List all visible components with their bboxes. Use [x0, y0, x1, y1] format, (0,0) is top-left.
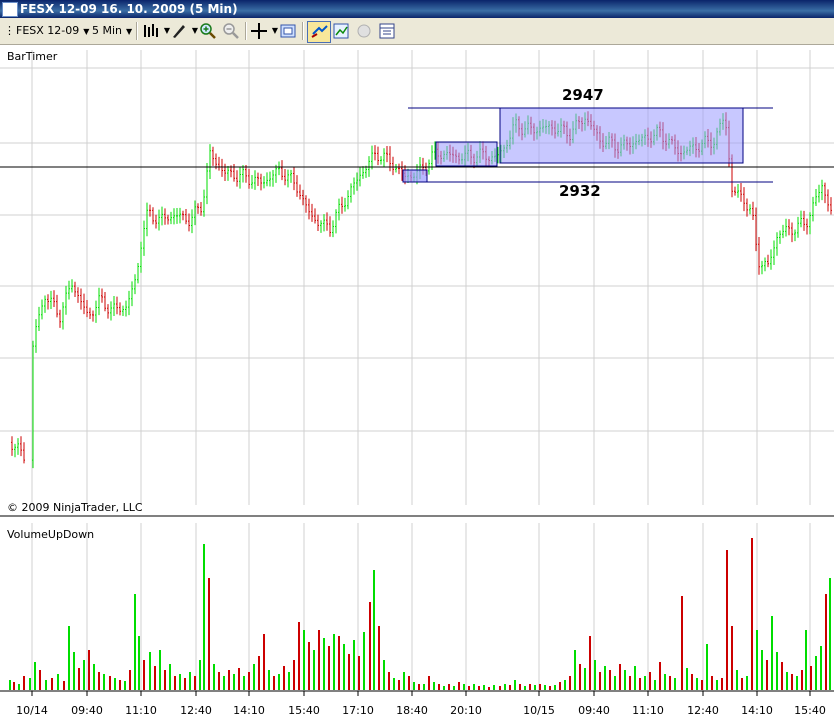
volume-indicator-label: VolumeUpDown: [7, 528, 95, 541]
zoom-out-icon[interactable]: [222, 22, 240, 40]
time-axis-label: 15:40: [794, 704, 826, 717]
properties-icon[interactable]: [279, 22, 297, 40]
zoom-in-icon[interactable]: [199, 22, 217, 40]
time-axis-label: 14:10: [233, 704, 265, 717]
toolbar-separator: [136, 22, 138, 40]
chart-area[interactable]: 10/14 09:40 11:10 12:40 14:10 15:40 17:10 18:40…: [0, 45, 834, 721]
interval-label: 5 Min: [92, 24, 123, 37]
instrument-selector[interactable]: FESX 12-09 ▼: [16, 20, 89, 42]
time-axis-label: 18:40: [396, 704, 428, 717]
price-chart-canvas[interactable]: 10/14 09:40 11:10 12:40 14:10 15:40 17:10 18:40…: [0, 45, 834, 721]
app-icon: [2, 2, 18, 17]
time-axis-label: 09:40: [578, 704, 610, 717]
range-box-small: [435, 141, 498, 167]
upper-level-label: 2947: [562, 86, 604, 104]
interval-selector[interactable]: 5 Min ▼: [92, 20, 132, 42]
range-box-large: [499, 107, 744, 164]
time-axis-label: 20:10: [450, 704, 482, 717]
title-bar: FESX 12-09 16. 10. 2009 (5 Min): [0, 0, 834, 18]
chevron-down-icon: ▼: [126, 27, 133, 36]
toolbar-separator: [245, 22, 247, 40]
data-box-icon[interactable]: [378, 22, 396, 40]
copyright-label: © 2009 NinjaTrader, LLC: [7, 501, 143, 514]
lower-level-label: 2932: [559, 182, 601, 200]
bartimer-label: BarTimer: [7, 50, 58, 63]
toolbar-separator: [302, 22, 304, 40]
instrument-label: FESX 12-09: [16, 24, 80, 37]
toolbar-grip: ⋮: [4, 24, 15, 37]
chart-trader-icon[interactable]: [332, 22, 350, 40]
time-axis-label: 10/14: [16, 704, 48, 717]
strategy-icon[interactable]: [307, 21, 331, 43]
time-axis-label: 12:40: [687, 704, 719, 717]
time-axis-label: 15:40: [288, 704, 320, 717]
time-axis-label: 11:10: [632, 704, 664, 717]
time-axis-label: 09:40: [71, 704, 103, 717]
range-box-mini: [402, 169, 428, 183]
chevron-down-icon: ▼: [83, 27, 90, 36]
toolbar: ⋮ FESX 12-09 ▼ 5 Min ▼ ▼ ▼ ▼: [0, 18, 834, 45]
record-icon[interactable]: [355, 22, 373, 40]
window-title: FESX 12-09 16. 10. 2009 (5 Min): [20, 2, 238, 16]
time-axis-label: 12:40: [180, 704, 212, 717]
time-axis-label: 14:10: [741, 704, 773, 717]
time-axis-label: 17:10: [342, 704, 374, 717]
time-axis-label: 11:10: [125, 704, 157, 717]
time-axis-label: 10/15: [523, 704, 555, 717]
